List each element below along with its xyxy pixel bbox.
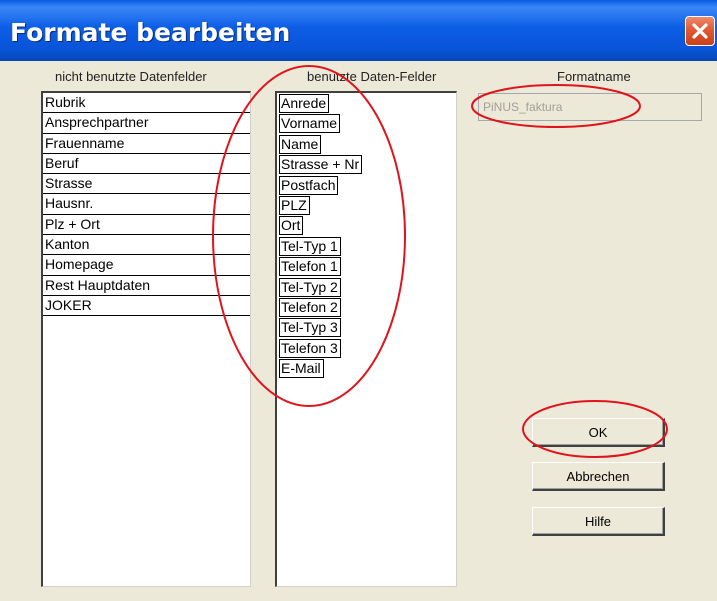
field-chip[interactable]: Postfach	[279, 175, 339, 195]
field-chip[interactable]: Strasse + Nr	[279, 155, 363, 175]
list-item[interactable]: Telefon 1	[279, 256, 456, 277]
field-chip[interactable]: Tel-Typ 2	[279, 277, 341, 297]
cancel-button[interactable]: Abbrechen	[532, 462, 665, 491]
field-chip[interactable]: E-Mail	[279, 359, 324, 379]
field-chip[interactable]: Tel-Typ 1	[279, 236, 341, 256]
used-fields-header: benutzte Daten-Felder	[307, 69, 437, 84]
list-item[interactable]: Kanton	[43, 235, 250, 256]
list-item[interactable]: Homepage	[43, 255, 250, 276]
field-chip[interactable]: Tel-Typ 3	[279, 318, 341, 338]
list-item[interactable]: Ansprechpartner	[43, 113, 250, 134]
title-bar[interactable]: Formate bearbeiten	[0, 0, 717, 61]
list-item[interactable]: Tel-Typ 2	[279, 277, 456, 297]
close-button[interactable]	[685, 16, 715, 46]
list-item[interactable]: Frauenname	[43, 134, 250, 154]
field-chip[interactable]: Ort	[279, 216, 304, 236]
list-item[interactable]: Vorname	[279, 113, 456, 134]
window-title: Formate bearbeiten	[10, 18, 291, 47]
ok-button[interactable]: OK	[532, 418, 665, 447]
list-item[interactable]: Name	[279, 134, 456, 154]
dialog-window: Formate bearbeiten nicht benutzte Datenf…	[0, 0, 717, 601]
help-button[interactable]: Hilfe	[532, 507, 665, 536]
list-item[interactable]: Rubrik	[43, 93, 250, 114]
field-chip[interactable]: Anrede	[279, 94, 330, 113]
list-item[interactable]: Plz + Ort	[43, 215, 250, 236]
list-item[interactable]: Anrede	[279, 93, 456, 113]
list-item[interactable]: Tel-Typ 1	[279, 236, 456, 256]
list-item[interactable]: E-Mail	[279, 358, 456, 379]
field-chip[interactable]: Telefon 1	[279, 257, 341, 277]
list-item[interactable]: JOKER	[43, 296, 250, 317]
field-chip[interactable]: Telefon 2	[279, 297, 341, 317]
list-item[interactable]: Strasse	[43, 174, 250, 195]
list-item[interactable]: Ort	[279, 215, 456, 236]
list-item[interactable]: Telefon 3	[279, 338, 456, 358]
list-item[interactable]: Hausnr.	[43, 194, 250, 215]
list-item[interactable]: Strasse + Nr	[279, 154, 456, 175]
used-fields-list[interactable]: Anrede Vorname Name Strasse + Nr Postfach PLZ…	[275, 91, 457, 587]
list-item[interactable]: Rest Hauptdaten	[43, 276, 250, 296]
list-item[interactable]: Telefon 2	[279, 297, 456, 317]
dialog-body: nicht benutzte Datenfelder benutzte Date…	[6, 61, 717, 601]
list-item[interactable]: PLZ	[279, 195, 456, 215]
field-chip[interactable]: PLZ	[279, 195, 310, 215]
list-item[interactable]: Beruf	[43, 154, 250, 175]
list-item[interactable]: Tel-Typ 3	[279, 317, 456, 338]
unused-fields-header: nicht benutzte Datenfelder	[55, 69, 207, 84]
format-name-field[interactable]: PiNUS_faktura	[478, 93, 702, 121]
field-chip[interactable]: Vorname	[279, 114, 341, 134]
unused-fields-list[interactable]: Rubrik Ansprechpartner Frauenname Beruf Stra…	[41, 91, 251, 587]
field-chip[interactable]: Telefon 3	[279, 338, 341, 358]
field-chip[interactable]: Name	[279, 134, 322, 154]
format-name-label: Formatname	[557, 69, 631, 84]
list-item[interactable]: Postfach	[279, 175, 456, 195]
close-x-icon	[692, 23, 708, 39]
